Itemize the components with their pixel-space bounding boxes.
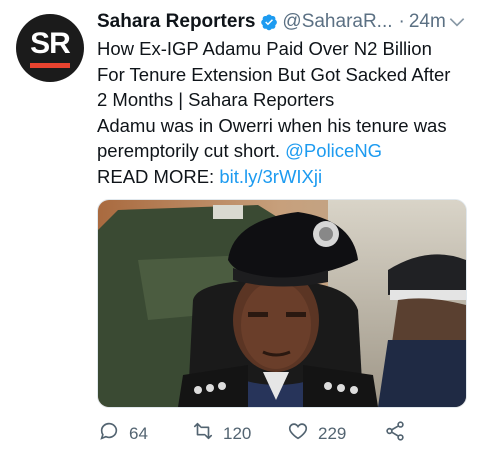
separator-dot: ·	[398, 11, 405, 32]
tweet-line-text: peremptorily cut short.	[97, 140, 286, 161]
article-link[interactable]: bit.ly/3rWIXji	[219, 166, 322, 187]
author-name[interactable]: Sahara Reporters	[97, 11, 255, 33]
tweet-text: How Ex-IGP Adamu Paid Over N2 Billion Fo…	[97, 36, 469, 189]
read-more-label: READ MORE:	[97, 165, 220, 187]
tweet-photo[interactable]	[97, 199, 467, 408]
retweet-count: 120	[223, 423, 252, 443]
tweet-line: How Ex-IGP Adamu Paid Over N2 Billion	[97, 38, 432, 59]
tweet-header: Sahara Reporters @SaharaR... · 24m	[97, 8, 469, 36]
mention-link[interactable]: @PoliceNG	[285, 140, 382, 161]
police-officer-photo	[98, 200, 466, 407]
tweet-line: 2 Months | Sahara Reporters	[97, 89, 335, 110]
tweet-line: For Tenure Extension But Got Sacked Afte…	[97, 63, 451, 85]
avatar[interactable]: SR	[16, 14, 84, 82]
verified-badge-icon	[260, 13, 278, 31]
chevron-down-icon[interactable]	[447, 12, 467, 32]
reply-icon	[98, 420, 120, 447]
tweet-time[interactable]: 24m	[409, 11, 446, 33]
reply-button[interactable]: 64	[98, 420, 148, 447]
tweet-line: peremptorily cut short. @PoliceNG	[97, 138, 469, 164]
share-button[interactable]	[384, 420, 406, 447]
tweet-line: Adamu was in Owerri when his tenure was	[97, 114, 447, 136]
retweet-button[interactable]: 120	[192, 420, 251, 447]
tweet-line: READ MORE: bit.ly/3rWIXji	[97, 164, 469, 190]
author-handle[interactable]: @SaharaR...	[282, 11, 392, 33]
tweet-content: Sahara Reporters @SaharaR... · 24m How E…	[97, 8, 469, 189]
reply-count: 64	[129, 423, 148, 443]
like-count: 229	[318, 423, 347, 443]
like-button[interactable]: 229	[287, 420, 346, 447]
avatar-logo-text: SR	[30, 27, 71, 60]
tweet-actions: 64 120 229	[97, 420, 469, 444]
like-icon	[287, 420, 309, 447]
share-icon	[384, 420, 406, 447]
avatar-logo-bar	[30, 63, 70, 68]
retweet-icon	[192, 420, 214, 447]
